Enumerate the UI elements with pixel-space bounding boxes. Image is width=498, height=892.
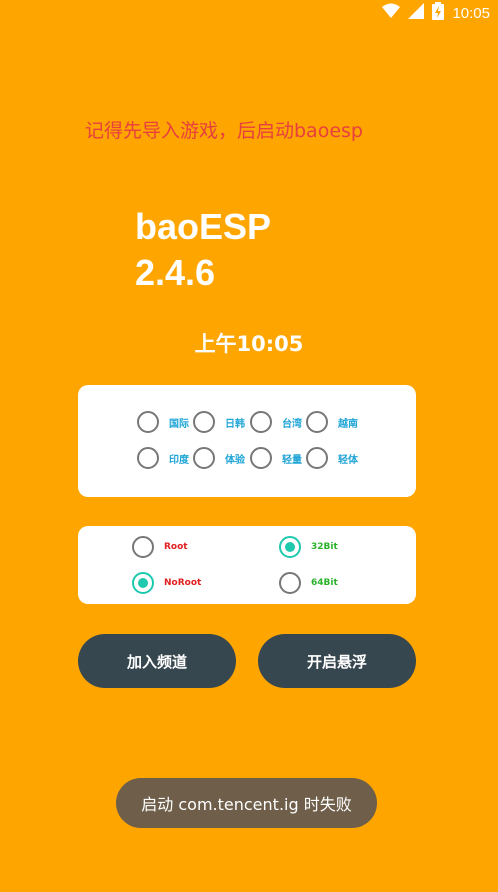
radio-circle [137, 411, 159, 433]
wifi-icon [382, 3, 401, 23]
radio-circle [193, 411, 215, 433]
app-title: baoESP 2.4.6 [135, 204, 271, 296]
radio-region-lite-trial[interactable]: 轻体 [306, 447, 358, 469]
radio-circle [250, 447, 272, 469]
radio-circle [279, 572, 301, 594]
status-time: 10:05 [452, 4, 490, 22]
radio-circle [250, 411, 272, 433]
radio-circle [132, 536, 154, 558]
import-hint-text: 记得先导入游戏，后启动baoesp [85, 120, 363, 142]
radio-noroot[interactable]: NoRoot [132, 572, 201, 594]
radio-label: 国际 [169, 418, 189, 430]
radio-region-vietnam[interactable]: 越南 [306, 411, 358, 433]
clock-text: 上午10:05 [194, 332, 304, 356]
radio-circle-checked [132, 572, 154, 594]
radio-label: 日韩 [225, 418, 245, 430]
radio-circle [193, 447, 215, 469]
join-channel-button[interactable]: 加入频道 [78, 634, 236, 688]
radio-circle [306, 411, 328, 433]
radio-region-trial[interactable]: 体验 [193, 447, 245, 469]
mode-radio-group: Root NoRoot 32Bit 64Bit [78, 526, 416, 604]
radio-region-india[interactable]: 印度 [137, 447, 189, 469]
radio-label: 轻体 [338, 454, 358, 466]
radio-label: NoRoot [164, 578, 202, 588]
radio-label: 印度 [169, 454, 189, 466]
battery-charging-icon [432, 2, 445, 24]
region-radio-group: 国际 日韩 台湾 越南 印度 体验 轻量 轻体 [78, 385, 416, 497]
radio-circle-checked [279, 536, 301, 558]
radio-region-taiwan[interactable]: 台湾 [250, 411, 302, 433]
app-name: baoESP [135, 206, 272, 247]
radio-label: 越南 [338, 418, 358, 430]
radio-label: 体验 [225, 454, 245, 466]
error-toast: 启动 com.tencent.ig 时失败 [116, 778, 377, 828]
radio-region-japan-korea[interactable]: 日韩 [193, 411, 245, 433]
radio-region-lite[interactable]: 轻量 [250, 447, 302, 469]
radio-32bit[interactable]: 32Bit [279, 536, 338, 558]
radio-root[interactable]: Root [132, 536, 188, 558]
open-float-button[interactable]: 开启悬浮 [258, 634, 416, 688]
radio-label: Root [164, 542, 188, 552]
radio-64bit[interactable]: 64Bit [279, 572, 338, 594]
radio-circle [306, 447, 328, 469]
radio-region-international[interactable]: 国际 [137, 411, 189, 433]
radio-label: 轻量 [282, 454, 302, 466]
app-version: 2.4.6 [135, 252, 216, 293]
radio-label: 32Bit [311, 542, 338, 552]
status-bar: 10:05 [0, 0, 498, 24]
signal-icon [408, 3, 425, 23]
radio-circle [137, 447, 159, 469]
radio-label: 台湾 [282, 418, 302, 430]
radio-label: 64Bit [311, 578, 338, 588]
